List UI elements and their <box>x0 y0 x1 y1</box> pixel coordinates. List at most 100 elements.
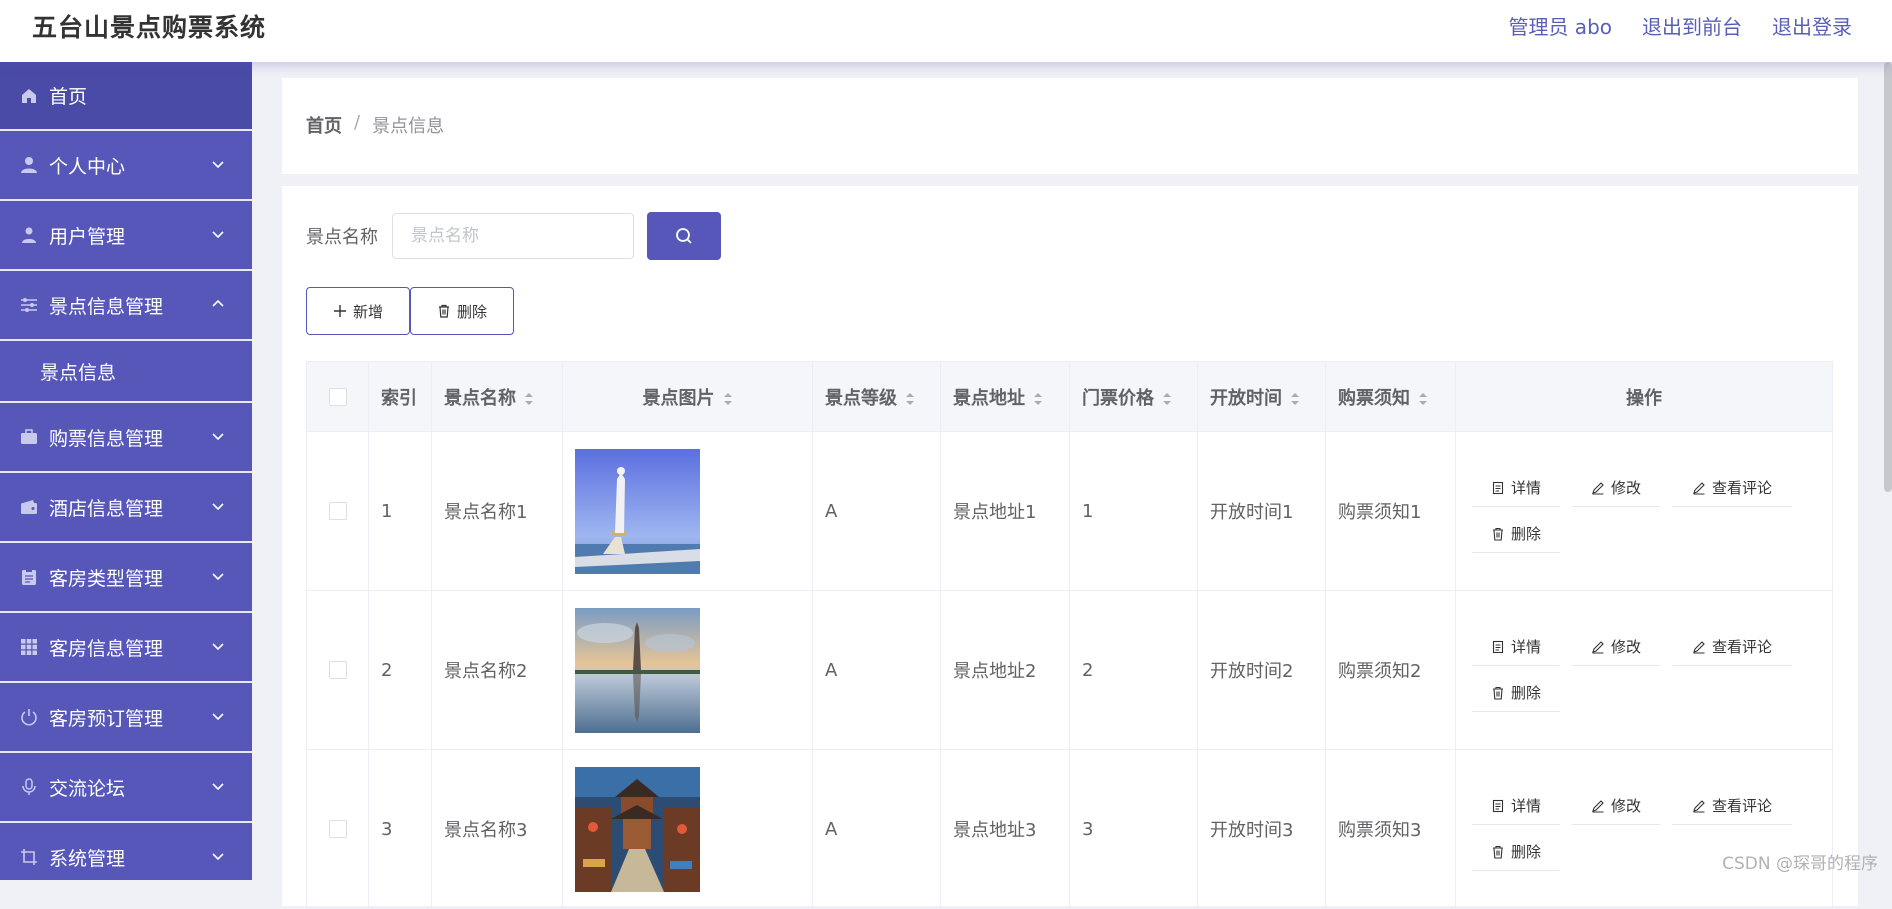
sidebar-item-room-type-management[interactable]: 客房类型管理 <box>0 543 252 613</box>
sidebar-item-ticket-management[interactable]: 购票信息管理 <box>0 403 252 473</box>
chevron-down-icon <box>212 643 224 651</box>
row-delete-label: 删除 <box>1510 843 1541 861</box>
trash-icon <box>1492 527 1503 541</box>
clipboard-icon <box>19 567 39 587</box>
cell-image <box>562 749 813 909</box>
edit-button[interactable]: 修改 <box>1572 628 1660 666</box>
cell-price: 3 <box>1069 749 1198 909</box>
chevron-down-icon <box>212 503 224 511</box>
row-checkbox[interactable] <box>328 820 347 838</box>
sidebar-item-forum[interactable]: 交流论坛 <box>0 753 252 823</box>
sidebar-item-label: 客房信息管理 <box>49 637 164 660</box>
sort-caret-icon[interactable] <box>1162 391 1172 407</box>
detail-button[interactable]: 详情 <box>1472 787 1560 825</box>
sort-caret-icon[interactable] <box>905 391 915 407</box>
header-notice[interactable]: 购票须知 <box>1325 361 1456 432</box>
trash-icon <box>1492 845 1503 859</box>
view-comments-button[interactable]: 查看评论 <box>1672 469 1792 507</box>
batch-delete-button[interactable]: 删除 <box>410 287 514 335</box>
table-row: 1 景点名称1 A 景点地址1 1 开放时间1 购票须知1 详情 修改 查看评论… <box>306 431 1833 591</box>
sort-caret-icon[interactable] <box>1033 391 1043 407</box>
sidebar-item-label: 个人中心 <box>49 155 126 178</box>
view-comments-button[interactable]: 查看评论 <box>1672 628 1792 666</box>
cell-price: 1 <box>1069 431 1198 591</box>
header-price[interactable]: 门票价格 <box>1069 361 1198 432</box>
header-address[interactable]: 景点地址 <box>940 361 1070 432</box>
header-open-time[interactable]: 开放时间 <box>1197 361 1326 432</box>
sidebar-item-hotel-management[interactable]: 酒店信息管理 <box>0 473 252 543</box>
sidebar-item-user-management[interactable]: 用户管理 <box>0 201 252 271</box>
header-level[interactable]: 景点等级 <box>812 361 941 432</box>
back-to-front-link[interactable]: 退出到前台 <box>1642 11 1742 40</box>
chevron-down-icon <box>212 853 224 861</box>
sort-caret-icon[interactable] <box>1290 391 1300 407</box>
row-delete-button[interactable]: 删除 <box>1472 674 1560 712</box>
grid-icon <box>19 637 39 657</box>
row-checkbox-cell <box>306 749 369 909</box>
cell-index: 3 <box>368 749 432 909</box>
chevron-down-icon <box>212 713 224 721</box>
header-label: 开放时间 <box>1210 387 1282 409</box>
detail-button[interactable]: 详情 <box>1472 628 1560 666</box>
document-icon <box>1492 799 1504 812</box>
edit-label: 修改 <box>1610 638 1641 656</box>
search-row: 景点名称 <box>306 212 721 260</box>
sliders-icon <box>19 295 39 315</box>
view-comments-button[interactable]: 查看评论 <box>1672 787 1792 825</box>
sidebar-item-room-booking-management[interactable]: 客房预订管理 <box>0 683 252 753</box>
scenic-thumbnail-ancient-street[interactable] <box>575 766 700 892</box>
cell-image <box>562 431 813 591</box>
csdn-watermark: CSDN @琛哥的程序 <box>1722 854 1878 874</box>
breadcrumb-current: 景点信息 <box>372 116 445 137</box>
sort-caret-icon[interactable] <box>723 391 733 407</box>
search-button[interactable] <box>647 212 721 260</box>
sidebar-item-label: 系统管理 <box>49 847 126 870</box>
page-scrollbar[interactable] <box>1884 62 1892 492</box>
select-all-checkbox[interactable] <box>328 387 347 406</box>
scenic-thumbnail-pagoda-lake[interactable] <box>575 607 700 733</box>
row-checkbox-cell <box>306 431 369 591</box>
cell-level: A <box>812 431 941 591</box>
sidebar-item-scenic-management[interactable]: 景点信息管理 <box>0 271 252 341</box>
sidebar-item-room-info-management[interactable]: 客房信息管理 <box>0 613 252 683</box>
top-header: 五台山景点购票系统 管理员 abo 退出到前台 退出登录 <box>0 0 1892 62</box>
row-delete-button[interactable]: 删除 <box>1472 833 1560 871</box>
add-button[interactable]: 新增 <box>306 287 410 335</box>
trash-icon <box>438 304 449 318</box>
header-image[interactable]: 景点图片 <box>562 361 813 432</box>
breadcrumb-home[interactable]: 首页 <box>306 112 342 138</box>
cell-address: 景点地址3 <box>940 749 1070 909</box>
document-icon <box>1492 481 1504 494</box>
header-label: 门票价格 <box>1082 387 1154 409</box>
row-delete-label: 删除 <box>1510 525 1541 543</box>
sidebar-item-personal-center[interactable]: 个人中心 <box>0 131 252 201</box>
sort-caret-icon[interactable] <box>524 391 534 407</box>
cell-operations: 详情 修改 查看评论 删除 <box>1455 749 1833 909</box>
scenic-thumbnail-guanyin-statue[interactable] <box>575 448 700 574</box>
row-checkbox[interactable] <box>328 661 347 679</box>
detail-button[interactable]: 详情 <box>1472 469 1560 507</box>
logout-link[interactable]: 退出登录 <box>1772 11 1852 40</box>
search-input[interactable] <box>392 213 634 259</box>
row-delete-button[interactable]: 删除 <box>1472 515 1560 553</box>
edit-button[interactable]: 修改 <box>1572 787 1660 825</box>
row-operations: 详情 修改 查看评论 删除 <box>1468 469 1812 553</box>
header-label: 景点图片 <box>642 387 715 409</box>
sidebar-item-label: 用户管理 <box>49 225 126 248</box>
search-icon <box>676 228 692 244</box>
chevron-down-icon <box>212 433 224 441</box>
cell-notice: 购票须知1 <box>1325 431 1456 591</box>
chevron-up-icon <box>212 299 224 307</box>
mic-icon <box>19 777 39 797</box>
edit-button[interactable]: 修改 <box>1572 469 1660 507</box>
header-name[interactable]: 景点名称 <box>431 361 563 432</box>
sort-caret-icon[interactable] <box>1418 391 1428 407</box>
row-checkbox[interactable] <box>328 502 347 520</box>
sidebar-item-system-management[interactable]: 系统管理 <box>0 823 252 880</box>
sidebar-item-home[interactable]: 首页 <box>0 62 252 131</box>
view-comments-label: 查看评论 <box>1711 479 1772 497</box>
admin-user-label[interactable]: 管理员 abo <box>1508 11 1612 40</box>
sidebar-subitem-scenic-info[interactable]: 景点信息 <box>0 341 252 403</box>
detail-label: 详情 <box>1510 797 1541 815</box>
chevron-down-icon <box>212 161 224 169</box>
